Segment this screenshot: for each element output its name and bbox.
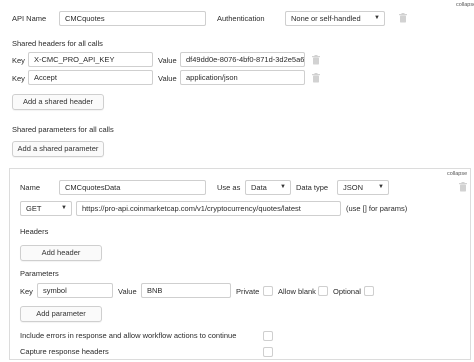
param-key-input[interactable]: symbol: [37, 283, 113, 298]
shared-parameters-title: Shared parameters for all calls: [12, 125, 114, 134]
shared-header-value-input[interactable]: df49dd0e-8076-4bf0-871d-3d2e5a6: [180, 52, 305, 67]
shared-header-value-input[interactable]: application/json: [180, 70, 305, 85]
collapse-link-top[interactable]: collapse: [456, 0, 474, 11]
collapse-link[interactable]: collapse: [447, 168, 467, 180]
allow-blank-label: Allow blank: [278, 287, 316, 296]
shared-headers-title: Shared headers for all calls: [12, 39, 103, 48]
shared-header-value-label: Value: [158, 74, 177, 83]
chevron-down-icon: ▼: [280, 184, 286, 190]
add-parameter-button[interactable]: Add parameter: [20, 306, 102, 322]
add-header-button[interactable]: Add header: [20, 245, 102, 261]
trash-icon[interactable]: [312, 73, 320, 83]
use-as-value: Data: [251, 183, 267, 192]
param-key-label: Key: [20, 287, 33, 296]
trash-icon[interactable]: [459, 182, 467, 192]
authentication-select[interactable]: None or self-handled ▼: [285, 11, 385, 26]
url-hint: (use [] for params): [346, 204, 408, 213]
param-value-label: Value: [118, 287, 137, 296]
private-label: Private: [236, 287, 260, 296]
shared-header-key-input[interactable]: Accept: [28, 70, 153, 85]
include-errors-checkbox[interactable]: [263, 331, 273, 341]
http-method-select[interactable]: GET ▼: [20, 201, 72, 216]
shared-header-key-input[interactable]: X-CMC_PRO_API_KEY: [28, 52, 153, 67]
optional-label: Optional: [333, 287, 361, 296]
chevron-down-icon: ▼: [61, 205, 67, 211]
call-name-label: Name: [20, 183, 41, 192]
param-value-input[interactable]: BNB: [141, 283, 231, 298]
use-as-select[interactable]: Data ▼: [245, 180, 291, 195]
private-checkbox[interactable]: [263, 286, 273, 296]
trash-icon[interactable]: [399, 13, 407, 23]
trash-icon[interactable]: [312, 55, 320, 65]
http-method-value: GET: [26, 204, 42, 213]
data-type-value: JSON: [343, 183, 364, 192]
data-type-label: Data type: [296, 183, 329, 192]
capture-headers-label: Capture response headers: [20, 347, 109, 356]
add-shared-parameter-button[interactable]: Add a shared parameter: [12, 141, 104, 157]
shared-header-value-label: Value: [158, 56, 177, 65]
chevron-down-icon: ▼: [374, 15, 380, 21]
chevron-down-icon: ▼: [378, 184, 384, 190]
call-name-input[interactable]: CMCquotesData: [59, 180, 206, 195]
shared-header-key-label: Key: [12, 74, 25, 83]
api-name-label: API Name: [12, 14, 47, 23]
shared-header-key-label: Key: [12, 56, 25, 65]
add-shared-header-button[interactable]: Add a shared header: [12, 94, 104, 110]
allow-blank-checkbox[interactable]: [318, 286, 328, 296]
data-type-select[interactable]: JSON ▼: [337, 180, 389, 195]
url-input[interactable]: https://pro-api.coinmarketcap.com/v1/cry…: [76, 201, 341, 216]
api-name-input[interactable]: CMCquotes: [59, 11, 206, 26]
authentication-label: Authentication: [217, 14, 265, 23]
capture-headers-checkbox[interactable]: [263, 347, 273, 357]
use-as-label: Use as: [217, 183, 241, 192]
headers-title: Headers: [20, 227, 49, 236]
include-errors-label: Include errors in response and allow wor…: [20, 331, 237, 340]
optional-checkbox[interactable]: [364, 286, 374, 296]
parameters-title: Parameters: [20, 269, 59, 278]
authentication-value: None or self-handled: [291, 14, 361, 23]
